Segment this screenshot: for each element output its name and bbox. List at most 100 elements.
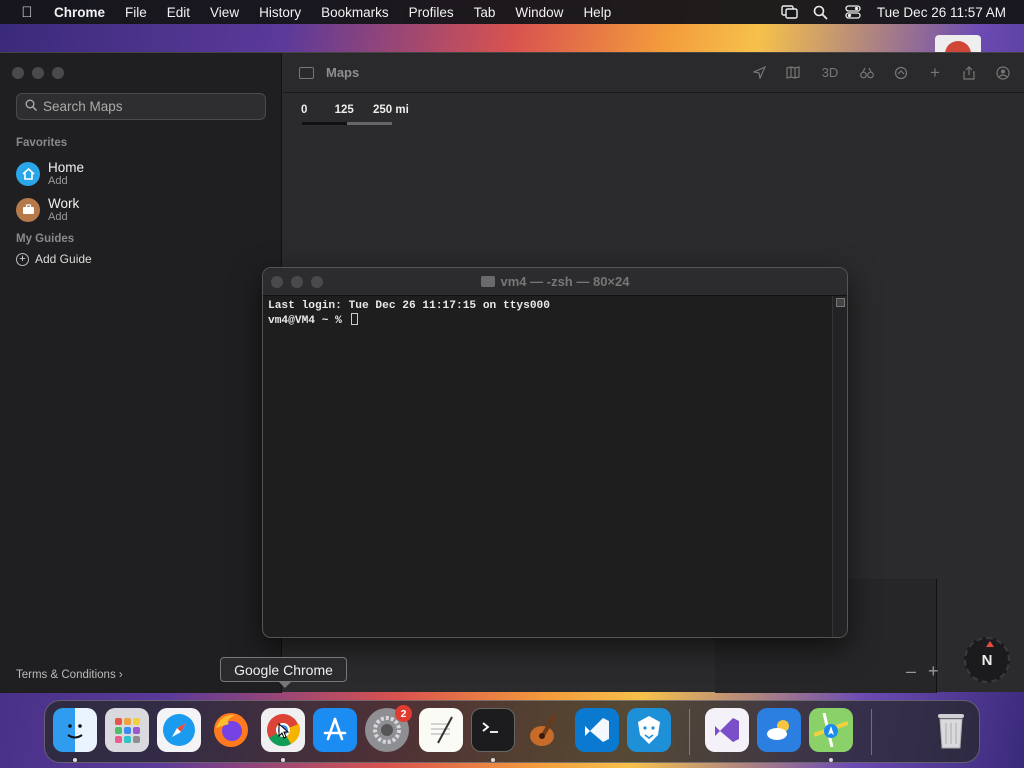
add-guide-label: Add Guide bbox=[35, 252, 92, 266]
weather-icon[interactable] bbox=[757, 708, 801, 752]
location-arrow-icon[interactable] bbox=[752, 66, 766, 80]
terminal-title: vm4 — -zsh — 80×24 bbox=[500, 274, 630, 289]
menu-profiles[interactable]: Profiles bbox=[399, 5, 464, 20]
compass-label: N bbox=[981, 651, 993, 669]
map-scale: 0 125 250 mi bbox=[301, 104, 409, 116]
terminal-output[interactable]: Last login: Tue Dec 26 11:17:15 on ttys0… bbox=[263, 296, 847, 331]
favorite-work[interactable]: Work Add bbox=[16, 196, 79, 223]
spotlight-search-icon[interactable] bbox=[813, 5, 829, 20]
menu-file[interactable]: File bbox=[115, 5, 157, 20]
maps-icon[interactable] bbox=[809, 708, 853, 752]
terminal-close-button[interactable] bbox=[271, 276, 283, 288]
dock-tooltip: Google Chrome bbox=[220, 657, 347, 688]
menu-edit[interactable]: Edit bbox=[157, 5, 200, 20]
terms-label: Terms & Conditions bbox=[16, 669, 116, 681]
terminal-icon[interactable] bbox=[471, 708, 515, 752]
terminal-prompt: vm4@VM4 ~ % bbox=[268, 315, 349, 327]
dock: 2 bbox=[44, 700, 980, 763]
compass[interactable]: N bbox=[964, 637, 1010, 683]
favorites-heading: Favorites bbox=[16, 137, 68, 149]
folder-icon bbox=[480, 276, 495, 287]
system-settings-icon[interactable]: 2 bbox=[365, 705, 412, 752]
instruments-icon[interactable] bbox=[523, 708, 567, 752]
binoculars-icon[interactable] bbox=[860, 66, 874, 80]
menu-datetime[interactable]: Tue Dec 26 11:57 AM bbox=[877, 5, 1006, 20]
search-input[interactable]: Search Maps bbox=[16, 93, 266, 120]
search-icon bbox=[25, 99, 38, 114]
trash-icon[interactable] bbox=[929, 708, 973, 752]
menu-tab[interactable]: Tab bbox=[464, 5, 506, 20]
visual-studio-icon[interactable] bbox=[705, 708, 749, 752]
menu-window[interactable]: Window bbox=[505, 5, 573, 20]
sidebar-toggle-icon[interactable] bbox=[299, 66, 314, 79]
terminal-titlebar[interactable]: vm4 — -zsh — 80×24 bbox=[263, 268, 847, 296]
chrome-running-dot bbox=[281, 758, 285, 762]
3d-toggle-button[interactable]: 3D bbox=[820, 65, 840, 80]
finder-running-dot bbox=[73, 758, 77, 762]
mouse-pointer-icon bbox=[278, 722, 290, 744]
scale-label-0: 0 bbox=[301, 104, 308, 116]
maps-sidebar: Search Maps Favorites Home Add Work Add … bbox=[0, 53, 282, 693]
terminal-window[interactable]: vm4 — -zsh — 80×24 Last login: Tue Dec 2… bbox=[262, 267, 848, 638]
menu-app-name[interactable]: Chrome bbox=[54, 5, 115, 20]
home-subtitle: Add bbox=[48, 175, 68, 187]
lion-app-icon[interactable] bbox=[627, 708, 671, 752]
firefox-icon[interactable] bbox=[209, 708, 253, 752]
work-title: Work bbox=[48, 196, 80, 211]
apple-menu-icon[interactable]:  bbox=[0, 4, 54, 21]
plus-circle-icon: + bbox=[16, 252, 29, 266]
terms-link[interactable]: Terms & Conditions › bbox=[16, 669, 123, 681]
textedit-icon[interactable] bbox=[419, 708, 463, 752]
window-controls bbox=[12, 67, 64, 79]
app-store-icon[interactable] bbox=[313, 708, 357, 752]
menu-help[interactable]: Help bbox=[573, 5, 621, 20]
menu-bookmarks[interactable]: Bookmarks bbox=[311, 5, 399, 20]
safari-icon[interactable] bbox=[157, 708, 201, 752]
control-center-icon[interactable] bbox=[845, 5, 861, 19]
scroll-thumb[interactable] bbox=[835, 298, 845, 307]
scale-label-125: 125 bbox=[334, 104, 354, 116]
zoom-controls: – + bbox=[906, 661, 939, 682]
finder-icon[interactable] bbox=[53, 708, 97, 752]
terminal-login-line: Last login: Tue Dec 26 11:17:15 on ttys0… bbox=[268, 300, 550, 312]
share-icon[interactable] bbox=[962, 65, 976, 80]
terminal-running-dot bbox=[491, 758, 495, 762]
compass-needle-icon bbox=[986, 641, 994, 647]
terminal-cursor bbox=[350, 313, 358, 325]
vscode-icon[interactable] bbox=[575, 708, 619, 752]
zoom-in-button[interactable]: + bbox=[928, 661, 939, 682]
chevron-right-icon: › bbox=[118, 669, 123, 681]
look-around-icon[interactable] bbox=[894, 66, 908, 80]
scale-label-250: 250 mi bbox=[373, 104, 409, 116]
terminal-minimize-button[interactable] bbox=[291, 276, 303, 288]
close-button[interactable] bbox=[12, 67, 24, 79]
menu-bar:  Chrome File Edit View History Bookmark… bbox=[0, 0, 1024, 24]
screen-mirroring-icon[interactable] bbox=[781, 5, 798, 19]
terminal-scrollbar[interactable] bbox=[832, 296, 847, 637]
minimize-button[interactable] bbox=[32, 67, 44, 79]
launchpad-icon[interactable] bbox=[105, 708, 149, 752]
maps-running-dot bbox=[829, 758, 833, 762]
menu-history[interactable]: History bbox=[249, 5, 311, 20]
dock-divider-trash bbox=[871, 709, 872, 755]
favorite-home[interactable]: Home Add bbox=[16, 160, 84, 187]
add-icon[interactable]: + bbox=[928, 63, 942, 82]
maps-toolbar: Maps 3D + bbox=[283, 53, 1024, 93]
maps-title: Maps bbox=[326, 65, 360, 80]
scale-bar bbox=[302, 122, 392, 125]
add-guide-button[interactable]: + Add Guide bbox=[16, 252, 92, 266]
search-placeholder: Search Maps bbox=[43, 99, 123, 114]
briefcase-icon bbox=[16, 197, 40, 222]
dock-divider bbox=[689, 709, 690, 755]
background-window-fragment bbox=[935, 35, 981, 67]
home-title: Home bbox=[48, 160, 85, 175]
zoom-out-button[interactable]: – bbox=[906, 661, 916, 682]
home-icon bbox=[16, 161, 40, 186]
my-guides-heading: My Guides bbox=[16, 233, 75, 245]
work-subtitle: Add bbox=[48, 211, 68, 223]
map-mode-icon[interactable] bbox=[786, 66, 800, 80]
menu-view[interactable]: View bbox=[200, 5, 249, 20]
zoom-button[interactable] bbox=[52, 67, 64, 79]
account-icon[interactable] bbox=[996, 65, 1010, 80]
terminal-zoom-button[interactable] bbox=[311, 276, 323, 288]
